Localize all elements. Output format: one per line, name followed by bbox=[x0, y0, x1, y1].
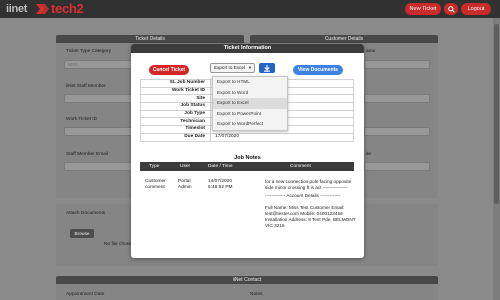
work-ticket-label: Work Ticket ID bbox=[66, 117, 98, 122]
scrollbar-thumb[interactable] bbox=[494, 24, 499, 204]
note-type: Customer comment bbox=[145, 179, 166, 190]
note-time: 6:48:52 PM bbox=[208, 185, 233, 190]
col-user: User bbox=[180, 164, 191, 169]
export-option[interactable]: Export to Word bbox=[213, 88, 287, 99]
staff-member-label: iiNet Staff Member bbox=[66, 84, 106, 89]
ticket-details-header: Ticket Details bbox=[56, 35, 244, 43]
export-option[interactable]: Export to PowerPoint bbox=[213, 109, 287, 120]
info-key: SL Job Number bbox=[140, 79, 211, 88]
export-select-value: Export to Excel bbox=[214, 65, 245, 70]
tech2-logo[interactable]: tech2 bbox=[51, 1, 84, 16]
ticket-type-label: Ticket Type Category bbox=[66, 49, 112, 54]
iinet-contact-panel bbox=[56, 284, 438, 300]
download-icon bbox=[264, 65, 270, 72]
download-button[interactable] bbox=[259, 63, 275, 73]
info-row: Due Date 17/07/2020 bbox=[140, 132, 354, 142]
job-notes-title: Job Notes bbox=[234, 155, 261, 161]
info-key: Work Ticket ID bbox=[140, 86, 211, 96]
iinet-logo[interactable]: iinet bbox=[6, 3, 27, 15]
col-comment: Comment bbox=[290, 164, 311, 169]
search-icon bbox=[447, 5, 455, 13]
export-option[interactable]: Export to WordPerfect bbox=[213, 119, 287, 130]
col-date-time: Date / Time bbox=[208, 164, 233, 169]
comment-line: Full Name: Miss Test Customer Email: tes… bbox=[265, 205, 356, 228]
no-file-label: No file chosen bbox=[104, 242, 135, 247]
comment-line: ------------- Account Details ----------… bbox=[265, 193, 341, 198]
info-key: Job Status bbox=[140, 102, 211, 111]
browse-button[interactable]: Browse bbox=[70, 229, 94, 238]
staff-email-label: Staff Member Email bbox=[66, 152, 109, 157]
info-key: Site bbox=[140, 94, 211, 104]
export-option[interactable]: Export to Excel bbox=[213, 98, 287, 109]
cancel-ticket-button[interactable]: Cancel Ticket bbox=[149, 65, 189, 75]
ticket-information-modal: Ticket Information Cancel Ticket Export … bbox=[131, 44, 364, 258]
chevron-down-icon: ▼ bbox=[248, 65, 252, 70]
job-notes-header: Type User Date / Time Comment bbox=[140, 162, 354, 171]
info-key: Technician bbox=[140, 117, 211, 127]
appointment-date-label: Appointment Date bbox=[66, 292, 105, 297]
export-select[interactable]: Export to Excel ▼ bbox=[210, 63, 255, 73]
view-documents-button[interactable]: View Documents bbox=[293, 65, 343, 75]
modal-title: Ticket Information bbox=[131, 44, 364, 53]
customer-other-label: ite bbox=[366, 152, 372, 157]
info-key: Due Date bbox=[140, 132, 211, 142]
note-user: Portal Admin bbox=[178, 179, 192, 190]
search-button[interactable] bbox=[444, 3, 458, 15]
comment-line: for a new connection pole facing opposit… bbox=[265, 179, 352, 190]
col-type: Type bbox=[149, 164, 160, 169]
customer-field-4[interactable] bbox=[364, 162, 430, 171]
logout-button[interactable]: Logout bbox=[461, 3, 491, 15]
customer-name-field[interactable] bbox=[364, 60, 430, 69]
customer-field-2[interactable] bbox=[364, 94, 430, 103]
top-bar: iinet tech2 New Ticket Logout bbox=[0, 0, 500, 18]
info-value: 17/07/2020 bbox=[210, 132, 354, 142]
info-key: Job Type bbox=[140, 109, 211, 119]
customer-name-label: ame bbox=[366, 49, 376, 54]
export-dropdown-menu: Export to HTML Export to Word Export to Ex… bbox=[212, 76, 288, 131]
attach-documents-label: Attach Documents bbox=[66, 211, 106, 216]
notes-label: Notes bbox=[250, 292, 263, 297]
customer-field-3[interactable] bbox=[364, 127, 430, 136]
new-ticket-button[interactable]: New Ticket bbox=[405, 3, 441, 15]
iinet-contact-header: iiNet Contact bbox=[56, 276, 438, 284]
note-comment: for a new connection pole facing opposit… bbox=[265, 179, 357, 229]
export-option[interactable]: Export to HTML bbox=[213, 77, 287, 88]
info-key: Timeslot bbox=[140, 125, 211, 134]
customer-details-header: Customer Details bbox=[250, 35, 438, 43]
double-chevron-logo-icon bbox=[36, 4, 49, 14]
